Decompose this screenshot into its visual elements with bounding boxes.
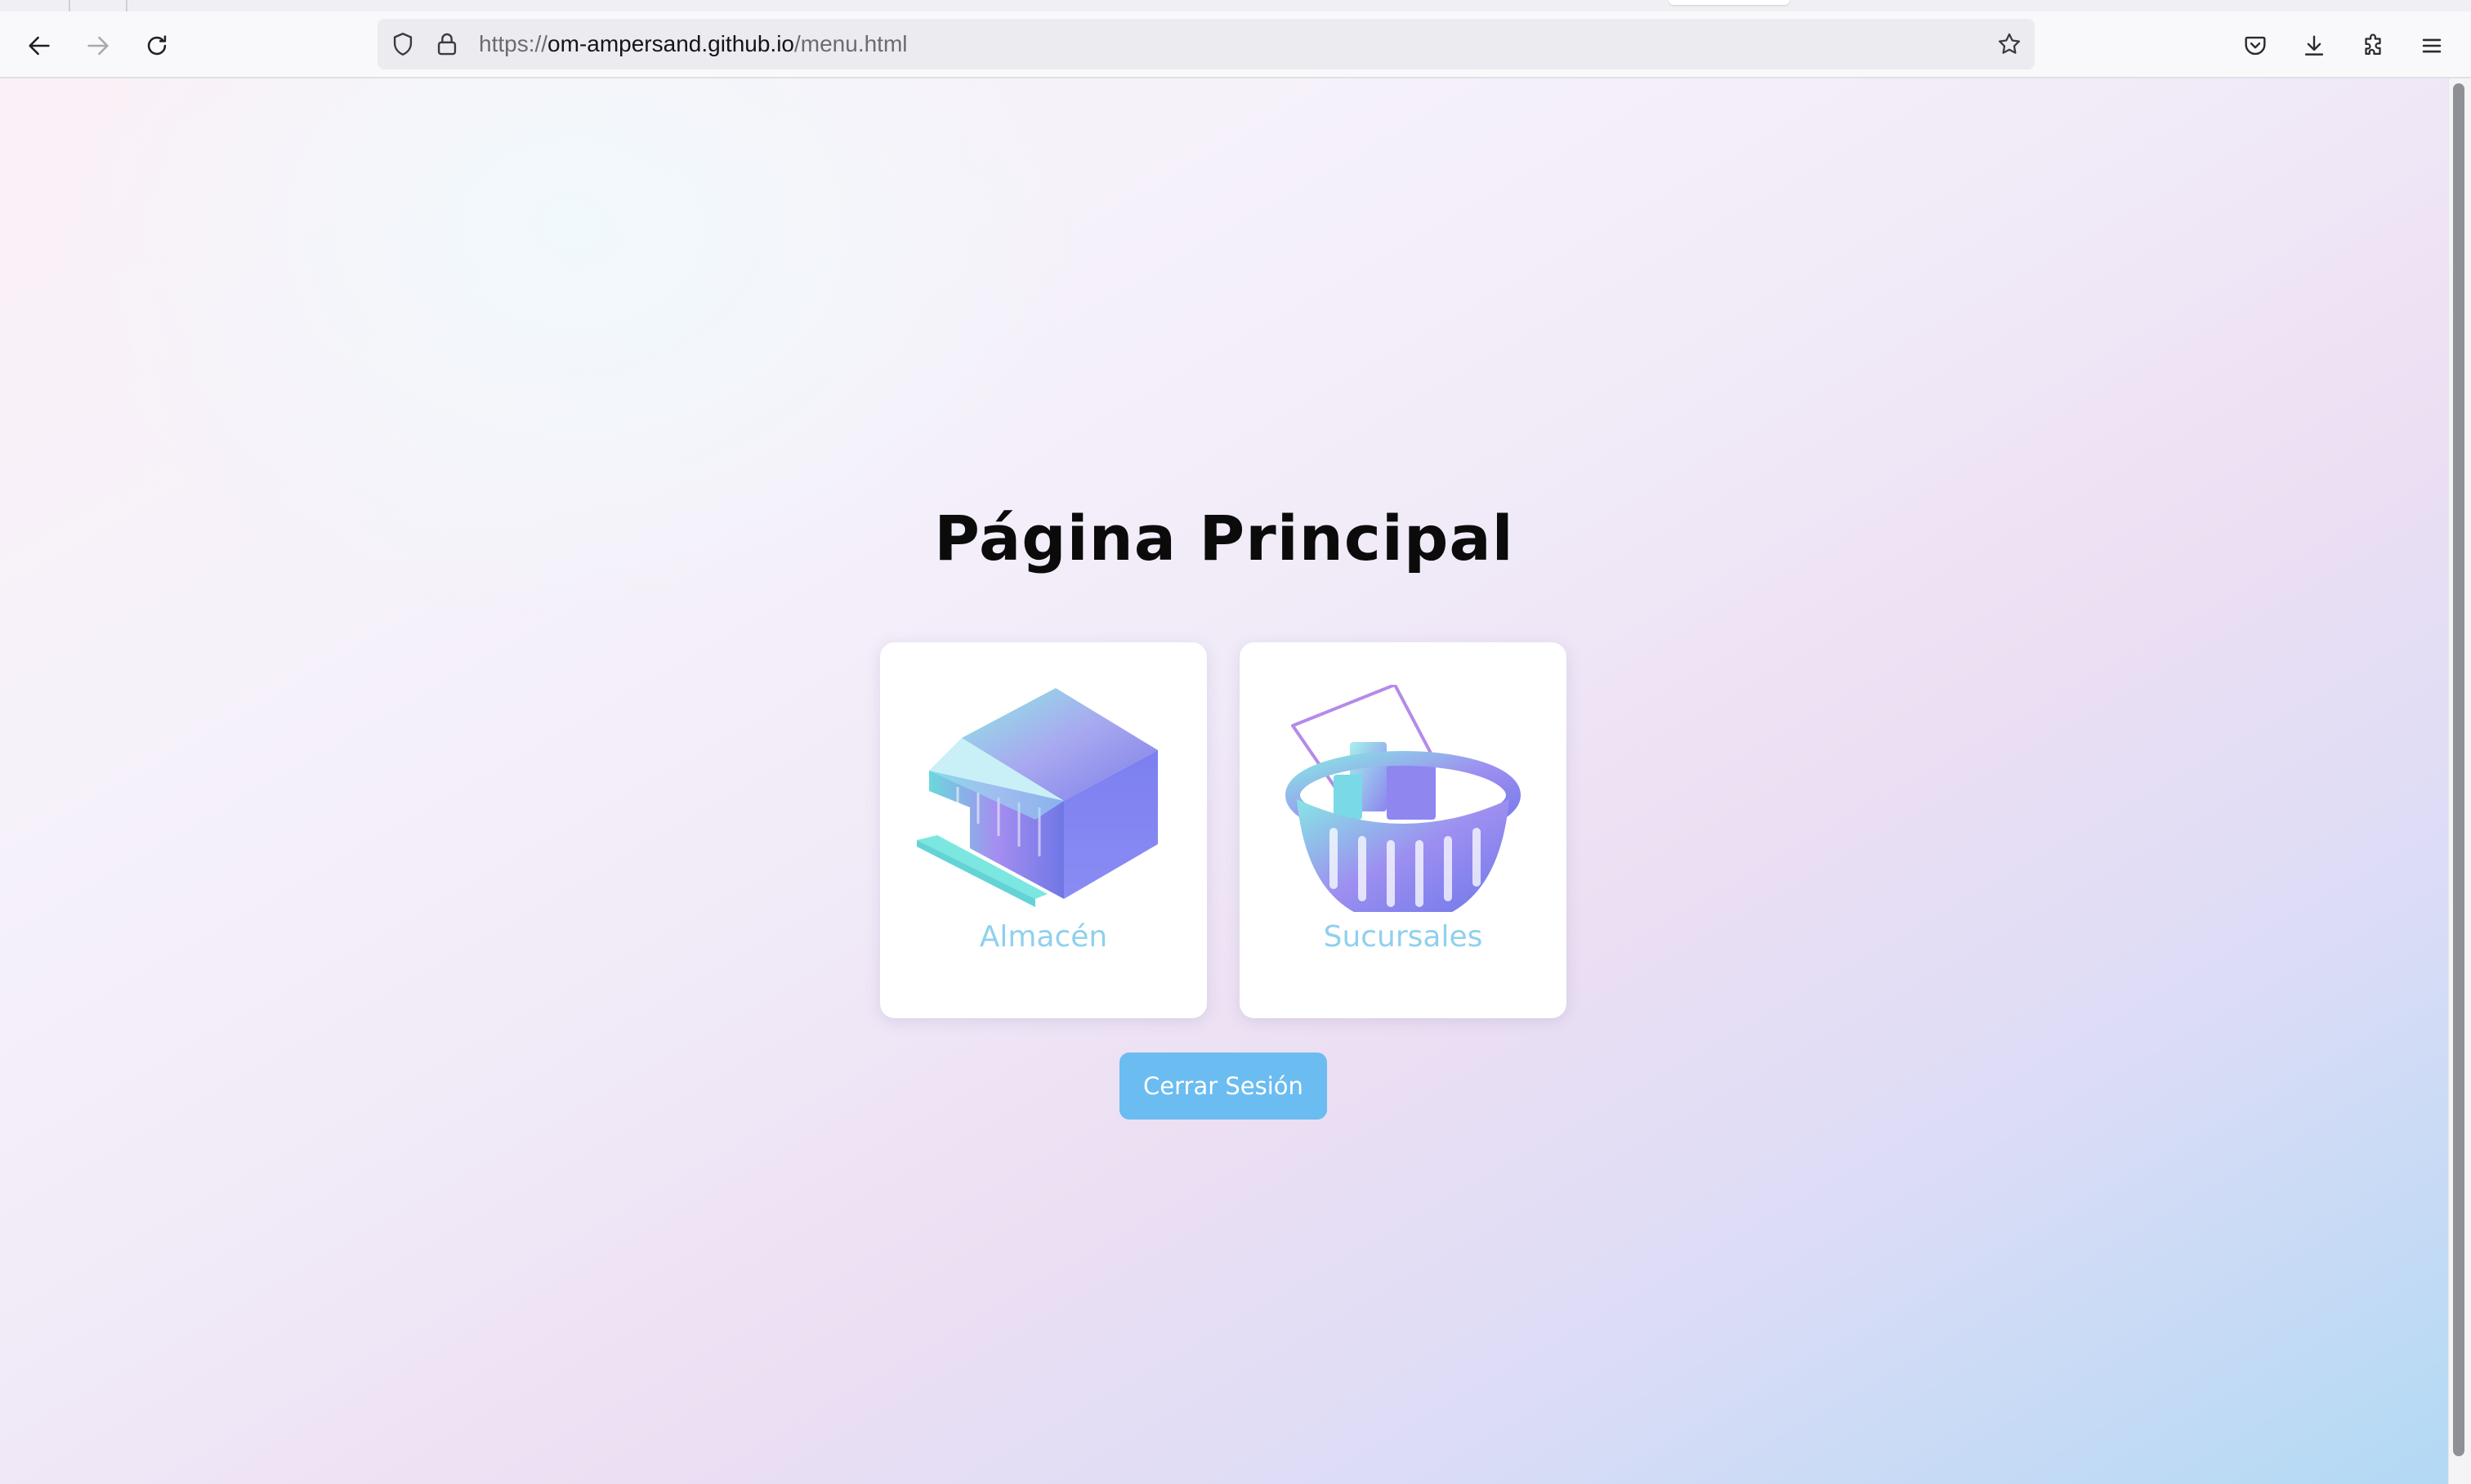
url-path: /menu.html <box>794 31 908 56</box>
browser-toolbar: https://om-ampersand.github.io/menu.html <box>0 11 2471 78</box>
shopping-basket-icon <box>1285 685 1521 912</box>
extensions-puzzle-icon <box>2365 34 2381 56</box>
card-label-sucursales: Sucursales <box>1323 920 1483 954</box>
download-icon <box>2304 35 2324 56</box>
store-building-icon <box>917 688 1158 907</box>
page-viewport: Página Principal Almacén Sucursales Cerr… <box>0 78 2448 1484</box>
active-tab[interactable] <box>1669 0 1790 5</box>
extensions-button[interactable] <box>2355 28 2391 64</box>
url-host: om-ampersand.github.io <box>547 31 794 56</box>
reload-icon <box>147 35 167 56</box>
back-arrow-icon <box>29 36 50 56</box>
tracking-protection-shield-icon[interactable] <box>389 30 417 58</box>
back-button[interactable] <box>21 28 57 64</box>
url-scheme: https:// <box>479 31 548 56</box>
pocket-button[interactable] <box>2237 28 2273 64</box>
lock-icon[interactable] <box>433 30 461 58</box>
logout-button[interactable]: Cerrar Sesión <box>1119 1053 1327 1120</box>
url-text[interactable]: https://om-ampersand.github.io/menu.html <box>479 19 908 69</box>
card-sucursales[interactable]: Sucursales <box>1240 642 1566 1018</box>
tab-separator <box>126 0 127 11</box>
scrollbar-thumb[interactable] <box>2453 83 2464 1456</box>
downloads-button[interactable] <box>2296 28 2332 64</box>
page-title: Página Principal <box>934 502 1514 574</box>
bookmark-star-icon[interactable] <box>1995 30 2023 58</box>
card-label-almacen: Almacén <box>979 920 1108 954</box>
reload-button[interactable] <box>139 28 175 64</box>
hamburger-menu-icon <box>2422 38 2442 53</box>
tab-strip <box>0 0 2471 11</box>
forward-button[interactable] <box>80 28 116 64</box>
pocket-icon <box>2245 36 2266 56</box>
tab-separator <box>69 0 70 11</box>
url-bar[interactable]: https://om-ampersand.github.io/menu.html <box>378 19 2035 69</box>
app-menu-button[interactable] <box>2414 28 2450 64</box>
forward-arrow-icon <box>87 36 109 56</box>
card-almacen[interactable]: Almacén <box>880 642 1207 1018</box>
